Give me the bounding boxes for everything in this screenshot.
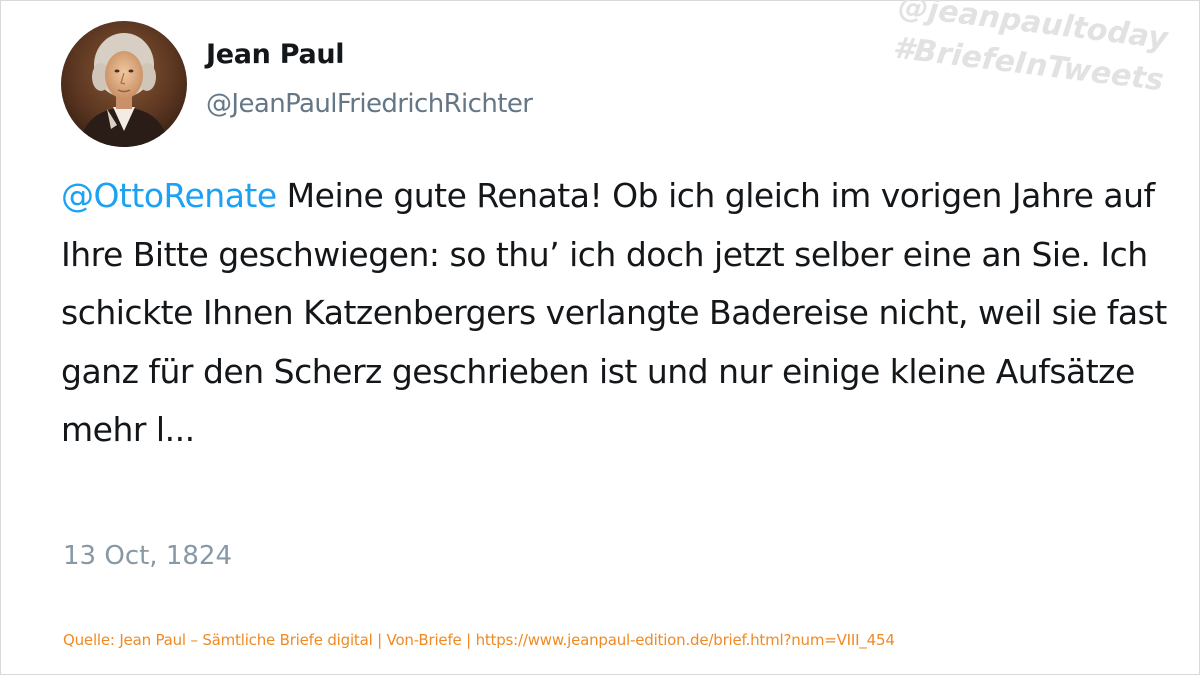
tweet-card: Jean Paul @JeanPaulFriedrichRichter @jea…: [0, 0, 1200, 675]
source-citation: Quelle: Jean Paul – Sämtliche Briefe dig…: [63, 631, 895, 649]
portrait-icon: [61, 21, 187, 147]
tweet-text: @OttoRenate Meine gute Renata! Ob ich gl…: [61, 167, 1171, 460]
mention-link[interactable]: @OttoRenate: [61, 176, 277, 215]
tweet-body: Meine gute Renata! Ob ich gleich im vori…: [61, 176, 1167, 449]
author-name[interactable]: Jean Paul: [206, 39, 345, 70]
tweet-date[interactable]: 13 Oct, 1824: [63, 541, 232, 571]
watermark: @jeanpaultoday #BriefeInTweets: [891, 0, 1171, 102]
author-handle[interactable]: @JeanPaulFriedrichRichter: [206, 89, 533, 119]
avatar[interactable]: [61, 21, 187, 147]
